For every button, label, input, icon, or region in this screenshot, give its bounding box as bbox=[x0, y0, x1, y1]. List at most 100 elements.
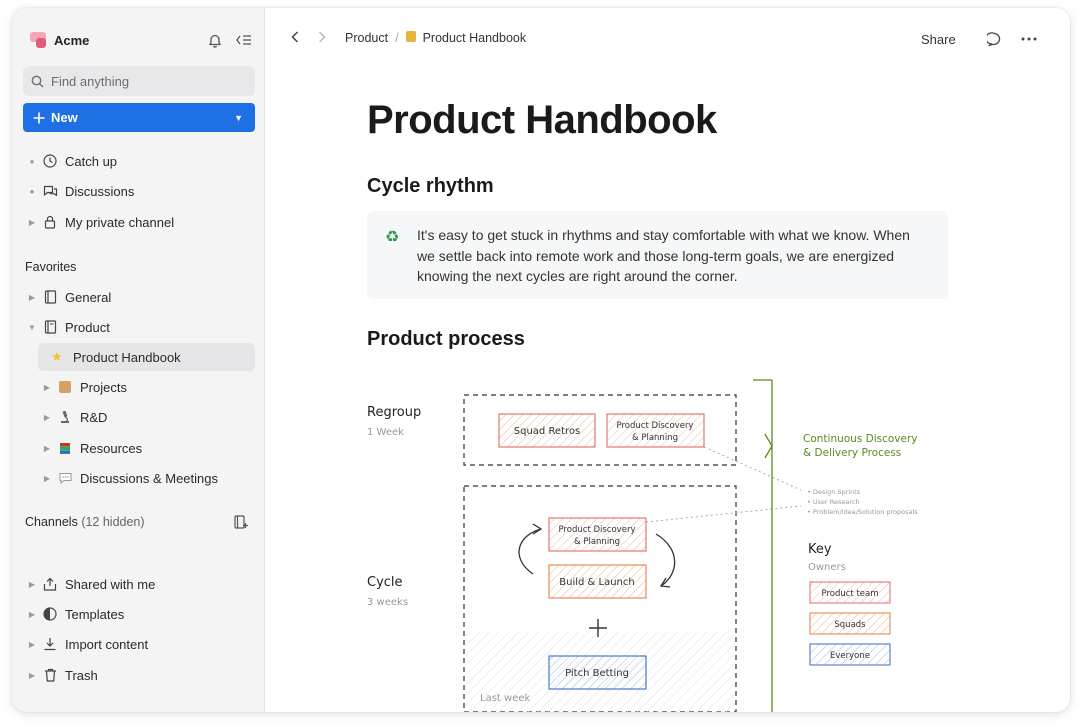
last-week-label: Last week bbox=[480, 693, 530, 704]
favorites-heading: Favorites bbox=[25, 260, 77, 274]
continuous-label-1: Continuous Discovery bbox=[803, 433, 918, 445]
channels-title: Channels bbox=[25, 515, 78, 529]
workspace-name[interactable]: Acme bbox=[54, 33, 89, 48]
nav-item-shared-with-me[interactable]: ▶ Shared with me bbox=[23, 570, 255, 598]
breadcrumb-parent[interactable]: Product bbox=[345, 31, 388, 45]
sidebar-item-label: Resources bbox=[80, 440, 143, 456]
chevron-right-icon[interactable]: ▶ bbox=[23, 218, 41, 227]
cycle-title: Cycle bbox=[367, 575, 403, 590]
caret-down-icon[interactable]: ▼ bbox=[234, 113, 243, 123]
nav-item-private-channel[interactable]: ▶ My private channel bbox=[23, 208, 255, 236]
chevron-right-icon[interactable]: ▶ bbox=[23, 580, 41, 589]
sidebar-item-product[interactable]: ▼ Product bbox=[23, 313, 255, 341]
collapse-sidebar-icon[interactable] bbox=[236, 34, 252, 46]
new-button[interactable]: New ▼ bbox=[23, 103, 255, 132]
bell-icon[interactable] bbox=[208, 33, 222, 48]
comment-icon[interactable] bbox=[987, 32, 1002, 47]
nav-item-label: Templates bbox=[65, 606, 125, 622]
cycle-duration: 3 weeks bbox=[367, 597, 408, 608]
sidebar-item-label: General bbox=[65, 289, 112, 305]
share-icon bbox=[41, 577, 59, 591]
search-input[interactable]: Find anything bbox=[23, 66, 255, 96]
sidebar: Acme Find anything New ▼ ● Catch up ● Di… bbox=[12, 8, 265, 712]
discovery-mid-label-1: Product Discovery bbox=[559, 525, 636, 535]
book-open-icon bbox=[41, 320, 59, 334]
note-proposals: • Problem/Idea/Solution proposals bbox=[807, 508, 918, 516]
callout-text[interactable]: It's easy to get stuck in rhythms and st… bbox=[417, 225, 927, 287]
more-icon[interactable] bbox=[1021, 37, 1037, 41]
squad-retros-label: Squad Retros bbox=[514, 426, 580, 437]
sidebar-item-label: Product Handbook bbox=[73, 349, 181, 365]
sidebar-item-label: R&D bbox=[80, 409, 108, 425]
search-placeholder: Find anything bbox=[51, 73, 130, 89]
breadcrumb-current[interactable]: Product Handbook bbox=[423, 31, 527, 45]
chevron-right-icon[interactable]: ▶ bbox=[38, 444, 56, 453]
page-title[interactable]: Product Handbook bbox=[367, 98, 717, 143]
nav-item-catch-up[interactable]: ● Catch up bbox=[23, 147, 255, 175]
sidebar-item-general[interactable]: ▶ General bbox=[23, 283, 255, 311]
chat-icon bbox=[41, 185, 59, 198]
chevron-right-icon[interactable]: ▶ bbox=[38, 383, 56, 392]
product-process-diagram[interactable]: Regroup 1 Week Cycle 3 weeks Squad Retro… bbox=[361, 364, 961, 712]
chevron-right-icon[interactable]: ▶ bbox=[23, 640, 41, 649]
new-button-label: New bbox=[51, 110, 78, 125]
breadcrumb: Product / Product Handbook bbox=[345, 31, 526, 45]
forward-arrow-icon[interactable] bbox=[318, 31, 326, 46]
nav-item-import-content[interactable]: ▶ Import content bbox=[23, 630, 255, 658]
sidebar-item-label: Discussions & Meetings bbox=[80, 470, 218, 486]
section-heading-cycle-rhythm[interactable]: Cycle rhythm bbox=[367, 175, 494, 198]
page-emoji-icon bbox=[405, 31, 416, 45]
note-user-research: • User Research bbox=[807, 498, 860, 506]
sidebar-item-rnd[interactable]: ▶ R&D bbox=[38, 403, 255, 431]
chevron-right-icon[interactable]: ▶ bbox=[23, 293, 41, 302]
templates-icon bbox=[41, 607, 59, 621]
continuous-process-bracket bbox=[753, 379, 773, 459]
key-everyone-label: Everyone bbox=[830, 651, 870, 661]
nav-item-discussions[interactable]: ● Discussions bbox=[23, 177, 255, 205]
discovery-top-label-1: Product Discovery bbox=[617, 421, 694, 431]
chevron-down-icon[interactable]: ▼ bbox=[23, 323, 41, 332]
chevron-right-icon[interactable]: ▶ bbox=[38, 413, 56, 422]
sidebar-item-product-handbook[interactable]: ★ Product Handbook bbox=[38, 343, 255, 371]
sidebar-item-projects[interactable]: ▶ Projects bbox=[38, 373, 255, 401]
main-content: Product / Product Handbook Share Product… bbox=[265, 8, 1070, 712]
top-bar: Product / Product Handbook Share bbox=[265, 8, 1070, 70]
section-heading-product-process[interactable]: Product process bbox=[367, 328, 525, 351]
channels-heading: Channels (12 hidden) bbox=[25, 515, 145, 529]
chevron-right-icon[interactable]: ▶ bbox=[38, 474, 56, 483]
microscope-icon bbox=[56, 410, 74, 424]
sidebar-item-label: Projects bbox=[80, 379, 127, 395]
new-channel-icon[interactable] bbox=[234, 515, 248, 529]
workspace-logo[interactable] bbox=[30, 32, 46, 48]
sidebar-item-resources[interactable]: ▶ Resources bbox=[38, 434, 255, 462]
key-title: Key bbox=[808, 542, 832, 557]
key-subtitle: Owners bbox=[808, 562, 846, 573]
build-launch-label: Build & Launch bbox=[559, 577, 634, 588]
callout-block[interactable]: ♻ It's easy to get stuck in rhythms and … bbox=[367, 211, 948, 299]
import-icon bbox=[41, 637, 59, 651]
regroup-duration: 1 Week bbox=[367, 427, 404, 438]
plus-icon bbox=[33, 112, 45, 124]
app-window: Acme Find anything New ▼ ● Catch up ● Di… bbox=[12, 8, 1070, 712]
chevron-right-icon[interactable]: ▶ bbox=[23, 610, 41, 619]
chevron-right-icon[interactable]: ▶ bbox=[23, 671, 41, 680]
share-button[interactable]: Share bbox=[921, 32, 956, 47]
folder-icon bbox=[56, 381, 74, 393]
channels-hidden-count: (12 hidden) bbox=[81, 515, 145, 529]
clock-icon bbox=[41, 154, 59, 168]
sidebar-item-discussions-meetings[interactable]: ▶ Discussions & Meetings bbox=[38, 464, 255, 492]
book-icon bbox=[41, 290, 59, 304]
nav-item-label: Import content bbox=[65, 636, 149, 652]
cycle-arrow-left bbox=[518, 528, 542, 575]
nav-item-label: Catch up bbox=[65, 153, 118, 169]
nav-item-label: My private channel bbox=[65, 214, 175, 230]
breadcrumb-separator: / bbox=[395, 31, 399, 45]
nav-item-templates[interactable]: ▶ Templates bbox=[23, 600, 255, 628]
search-icon bbox=[31, 75, 44, 88]
nav-item-trash[interactable]: ▶ Trash bbox=[23, 661, 255, 689]
nav-item-label: Trash bbox=[65, 667, 98, 683]
discovery-mid-label-2: & Planning bbox=[574, 537, 620, 547]
back-arrow-icon[interactable] bbox=[291, 31, 299, 46]
cycle-arrowhead-left bbox=[532, 523, 543, 535]
lock-icon bbox=[41, 215, 59, 229]
